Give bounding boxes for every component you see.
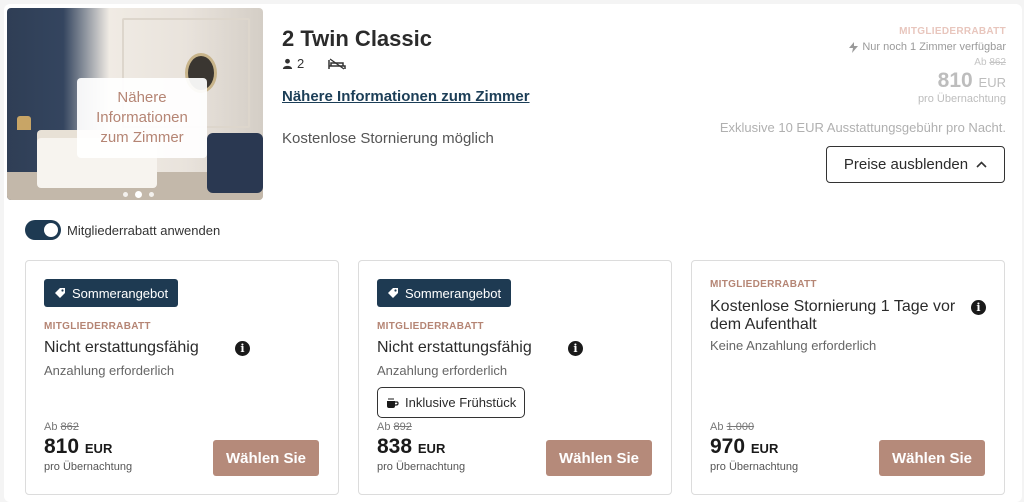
old-price: 892 bbox=[393, 421, 412, 433]
breakfast-included-tag: Inklusive Frühstück bbox=[377, 387, 526, 418]
room-info-overlay-label: Nähere Informationen zum Zimmer bbox=[96, 89, 188, 146]
room-title: 2 Twin Classic bbox=[282, 26, 432, 51]
badge-label: Sommerangebot bbox=[72, 285, 169, 301]
currency: EUR bbox=[750, 441, 779, 456]
per-night-label: pro Übernachtung bbox=[710, 461, 799, 473]
price-value: 838 bbox=[377, 435, 413, 458]
select-rate-button[interactable]: Wählen Sie bbox=[879, 440, 985, 476]
rate-from-price: Ab 892 bbox=[377, 421, 412, 433]
availability-note: Nur noch 1 Zimmer verfügbar bbox=[849, 41, 1006, 53]
carousel-dot[interactable] bbox=[149, 192, 154, 197]
room-image-lamp bbox=[17, 116, 31, 130]
rate-subtitle: Keine Anzahlung erforderlich bbox=[710, 338, 877, 353]
summer-offer-badge: Sommerangebot bbox=[44, 279, 179, 307]
old-price: 1.000 bbox=[726, 421, 755, 433]
toggle-knob bbox=[44, 223, 58, 237]
image-carousel-dots bbox=[123, 191, 154, 198]
rate-subtitle: Anzahlung erforderlich bbox=[377, 363, 508, 378]
rate-member-label: MITGLIEDERRABATT bbox=[377, 321, 484, 332]
breakfast-label: Inklusive Frühstück bbox=[405, 395, 517, 410]
current-price: 810 EUR bbox=[849, 69, 1006, 93]
availability-text: Nur noch 1 Zimmer verfügbar bbox=[862, 41, 1006, 53]
member-discount-toggle-row: Mitgliederrabatt anwenden bbox=[25, 220, 220, 240]
rate-title: Nicht erstattungsfähig bbox=[44, 339, 199, 356]
info-icon[interactable]: i bbox=[568, 341, 583, 356]
rate-card: MITGLIEDERRABATT Kostenlose Stornierung … bbox=[691, 260, 1005, 495]
badge-label: Sommerangebot bbox=[405, 285, 502, 301]
carousel-dot-active[interactable] bbox=[135, 191, 142, 198]
old-price: 862 bbox=[60, 421, 79, 433]
twin-bed-icon bbox=[328, 57, 346, 70]
select-rate-button[interactable]: Wählen Sie bbox=[213, 440, 319, 476]
info-icon[interactable]: i bbox=[971, 300, 986, 315]
tag-icon bbox=[55, 288, 65, 298]
rate-title: Kostenlose Stornierung 1 Tage vor dem Au… bbox=[710, 298, 956, 333]
room-meta: 2 bbox=[282, 56, 346, 71]
hide-prices-label: Preise ausblenden bbox=[843, 156, 969, 173]
chevron-up-icon bbox=[976, 161, 987, 168]
member-discount-toggle-label: Mitgliederrabatt anwenden bbox=[67, 222, 221, 238]
member-discount-label: MITGLIEDERRABATT bbox=[899, 26, 1006, 37]
rate-card: Sommerangebot MITGLIEDERRABATT Nicht ers… bbox=[25, 260, 339, 495]
price-summary: MITGLIEDERRABATT Nur noch 1 Zimmer verfü… bbox=[849, 26, 1006, 105]
rate-member-label: MITGLIEDERRABATT bbox=[44, 321, 151, 332]
per-night-label: pro Übernachtung bbox=[44, 461, 133, 473]
room-details-link[interactable]: Nähere Informationen zum Zimmer bbox=[282, 88, 530, 105]
rate-member-label: MITGLIEDERRABATT bbox=[710, 279, 817, 290]
cancellation-note: Kostenlose Stornierung möglich bbox=[282, 130, 494, 147]
guest-count: 2 bbox=[297, 56, 305, 71]
from-price: Ab 862 bbox=[849, 57, 1006, 68]
rate-card: Sommerangebot MITGLIEDERRABATT Nicht ers… bbox=[358, 260, 672, 495]
from-label: Ab bbox=[44, 421, 58, 433]
summer-offer-badge: Sommerangebot bbox=[377, 279, 512, 307]
info-icon[interactable]: i bbox=[235, 341, 250, 356]
from-label: Ab bbox=[974, 57, 987, 68]
person-icon bbox=[282, 58, 293, 69]
per-night-label: pro Übernachtung bbox=[917, 93, 1006, 105]
lightning-icon bbox=[849, 41, 859, 53]
from-label: Ab bbox=[710, 421, 724, 433]
from-label: Ab bbox=[377, 421, 391, 433]
room-info-overlay-button[interactable]: Nähere Informationen zum Zimmer bbox=[77, 78, 207, 158]
amenity-fee-note: Exklusive 10 EUR Ausstattungsgebühr pro … bbox=[719, 120, 1006, 135]
room-image[interactable]: Nähere Informationen zum Zimmer bbox=[7, 8, 263, 200]
old-price: 862 bbox=[989, 57, 1006, 68]
select-rate-button[interactable]: Wählen Sie bbox=[546, 440, 652, 476]
currency: EUR bbox=[978, 75, 1006, 90]
member-discount-toggle[interactable] bbox=[25, 220, 61, 240]
rate-subtitle: Anzahlung erforderlich bbox=[44, 363, 175, 378]
rate-from-price: Ab 1.000 bbox=[710, 421, 754, 433]
price-value: 810 bbox=[937, 69, 973, 92]
price-value: 810 bbox=[44, 435, 80, 458]
coffee-cup-icon bbox=[387, 397, 399, 408]
per-night-label: pro Übernachtung bbox=[377, 461, 466, 473]
tag-icon bbox=[388, 288, 398, 298]
rate-price: 838 EUR bbox=[377, 435, 445, 459]
currency: EUR bbox=[84, 441, 113, 456]
rate-price: 970 EUR bbox=[710, 435, 778, 459]
carousel-dot[interactable] bbox=[123, 192, 128, 197]
hide-prices-button[interactable]: Preise ausblenden bbox=[826, 146, 1005, 183]
price-value: 970 bbox=[710, 435, 746, 458]
rate-from-price: Ab 862 bbox=[44, 421, 79, 433]
rate-price: 810 EUR bbox=[44, 435, 112, 459]
currency: EUR bbox=[417, 441, 446, 456]
rate-title: Nicht erstattungsfähig bbox=[377, 339, 532, 356]
room-image-chair bbox=[207, 133, 263, 193]
